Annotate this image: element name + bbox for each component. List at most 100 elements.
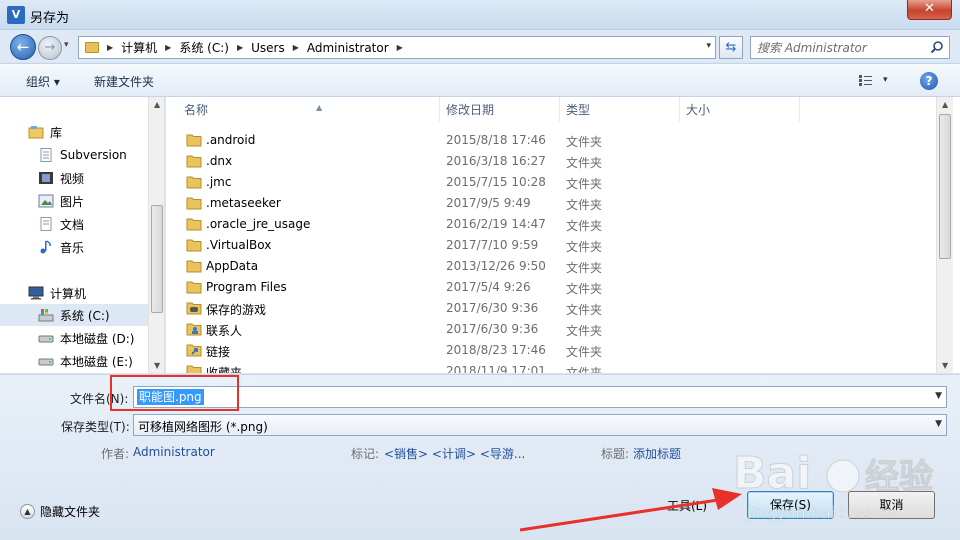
file-row[interactable]: .dnx 2016/3/18 16:27 文件夹 [166, 151, 936, 172]
search-input[interactable] [757, 39, 927, 56]
file-list-scrollbar[interactable]: ▲ ▼ [936, 97, 953, 373]
chevron-down-icon[interactable]: ▾ [706, 41, 711, 51]
tags-value[interactable]: <销售> <计调> <导游... [384, 445, 525, 462]
filetype-select[interactable]: 可移植网络图形 (*.png) ▼ [133, 414, 947, 436]
breadcrumb-users[interactable]: Users [251, 41, 285, 55]
refresh-button[interactable]: ⇆ [719, 36, 743, 59]
nav-item-label: 视频 [60, 171, 85, 186]
file-name: 联系人 [206, 324, 243, 338]
file-name: .VirtualBox [206, 238, 272, 252]
file-row[interactable]: Program Files 2017/5/4 9:26 文件夹 [166, 277, 936, 298]
chevron-right-icon[interactable]: ▶ [397, 43, 403, 52]
file-date: 2017/5/4 9:26 [446, 280, 531, 294]
save-button[interactable]: 保存(S) [747, 491, 834, 519]
tags-label: 标记: [351, 447, 380, 461]
file-type: 文件夹 [566, 366, 603, 373]
scroll-down-icon[interactable]: ▼ [942, 361, 948, 370]
file-name: 保存的游戏 [206, 303, 267, 317]
nav-scrollbar[interactable]: ▲ ▼ [148, 97, 164, 373]
file-list: 名称 ▲ 修改日期 类型 大小 .android 2015/8/18 17:46… [166, 97, 960, 373]
column-header-size[interactable]: 大小 [680, 97, 800, 122]
hide-folders-toggle[interactable]: ▲ 隐藏文件夹 [20, 503, 100, 520]
tools-button[interactable]: 工具(L) [667, 497, 707, 514]
title-value[interactable]: 添加标题 [633, 445, 681, 462]
scroll-up-icon[interactable]: ▲ [154, 100, 160, 109]
chevron-right-icon[interactable]: ▶ [107, 43, 113, 52]
view-options-icon[interactable] [858, 73, 874, 87]
file-name: Program Files [206, 280, 287, 294]
links-icon [186, 344, 202, 357]
column-header-date[interactable]: 修改日期 [440, 97, 560, 122]
scroll-down-icon[interactable]: ▼ [154, 361, 160, 370]
chevron-down-icon[interactable]: ▼ [935, 419, 942, 429]
back-button[interactable]: ← [10, 34, 36, 60]
folder-icon [186, 134, 202, 147]
column-header-type[interactable]: 类型 [560, 97, 680, 122]
file-date: 2017/6/30 9:36 [446, 322, 539, 336]
nav-item-computer[interactable]: 计算机 [0, 282, 148, 304]
file-row[interactable]: .VirtualBox 2017/7/10 9:59 文件夹 [166, 235, 936, 256]
file-row[interactable]: AppData 2013/12/26 9:50 文件夹 [166, 256, 936, 277]
file-date: 2017/7/10 9:59 [446, 238, 539, 252]
help-icon[interactable]: ? [920, 72, 938, 90]
nav-item-subversion[interactable]: Subversion [0, 144, 148, 166]
file-date: 2018/11/9 17:01 [446, 364, 546, 373]
file-date: 2015/8/18 17:46 [446, 133, 546, 147]
file-row[interactable]: .jmc 2015/7/15 10:28 文件夹 [166, 172, 936, 193]
close-button[interactable]: ✕ [907, 0, 952, 20]
file-row[interactable]: 联系人 2017/6/30 9:36 文件夹 [166, 319, 936, 340]
file-row[interactable]: 保存的游戏 2017/6/30 9:36 文件夹 [166, 298, 936, 319]
column-header-label: 名称 [184, 103, 209, 117]
file-row[interactable]: 链接 2018/8/23 17:46 文件夹 [166, 340, 936, 361]
file-row[interactable]: .metaseeker 2017/9/5 9:49 文件夹 [166, 193, 936, 214]
nav-item-system-drive[interactable]: 系统 (C:) [0, 304, 148, 326]
chevron-right-icon[interactable]: ▶ [293, 43, 299, 52]
author-value[interactable]: Administrator [133, 445, 215, 459]
breadcrumb-administrator[interactable]: Administrator [307, 41, 389, 55]
address-bar[interactable]: ▶ 计算机 ▶ 系统 (C:) ▶ Users ▶ Administrator … [78, 36, 716, 59]
cancel-button[interactable]: 取消 [848, 491, 935, 519]
visio-app-icon: V [7, 6, 25, 24]
nav-item-pictures[interactable]: 图片 [0, 190, 148, 212]
nav-item-music[interactable]: 音乐 [0, 236, 148, 258]
new-folder-button[interactable]: 新建文件夹 [94, 73, 154, 90]
command-toolbar: 组织 ▾ 新建文件夹 ▾ ? [0, 63, 960, 97]
forward-button[interactable]: → [38, 36, 62, 60]
file-type: 文件夹 [566, 240, 603, 254]
document-icon [40, 148, 52, 162]
scroll-thumb[interactable] [151, 205, 163, 313]
filename-field[interactable]: 职能图.png ▼ [133, 386, 947, 408]
file-row[interactable]: .oracle_jre_usage 2016/2/19 14:47 文件夹 [166, 214, 936, 235]
nav-item-disk-d[interactable]: 本地磁盘 (D:) [0, 327, 148, 349]
breadcrumb-computer[interactable]: 计算机 [121, 39, 157, 56]
nav-item-disk-e[interactable]: 本地磁盘 (E:) [0, 350, 148, 372]
chevron-right-icon[interactable]: ▶ [237, 43, 243, 52]
file-type: 文件夹 [566, 219, 603, 233]
file-row[interactable]: .android 2015/8/18 17:46 文件夹 [166, 130, 936, 151]
save-form: 文件名(N): 职能图.png ▼ 保存类型(T): 可移植网络图形 (*.pn… [0, 374, 960, 540]
nav-item-label: 本地磁盘 (D:) [60, 331, 135, 346]
chevron-down-icon[interactable]: ▼ [935, 391, 942, 401]
sort-ascending-icon: ▲ [316, 103, 323, 112]
nav-item-video[interactable]: 视频 [0, 167, 148, 189]
breadcrumb-system-drive[interactable]: 系统 (C:) [179, 39, 229, 56]
recent-pages-dropdown-icon[interactable]: ▾ [64, 40, 69, 50]
search-box[interactable] [750, 36, 950, 59]
chevron-right-icon[interactable]: ▶ [165, 43, 171, 52]
nav-item-label: 文档 [60, 217, 85, 232]
nav-item-library[interactable]: 库 [0, 121, 148, 143]
scroll-thumb[interactable] [939, 114, 951, 259]
file-date: 2015/7/15 10:28 [446, 175, 546, 189]
column-header-name[interactable]: 名称 ▲ [178, 97, 440, 122]
author-label: 作者: [101, 447, 130, 461]
system-drive-icon [38, 309, 54, 322]
file-name: .metaseeker [206, 196, 281, 210]
nav-item-label: 图片 [60, 194, 85, 209]
search-icon[interactable] [930, 40, 944, 54]
file-row[interactable]: 收藏夹 2018/11/9 17:01 文件夹 [166, 361, 936, 373]
view-dropdown-icon[interactable]: ▾ [883, 75, 888, 85]
navigation-pane: 库 Subversion 视频 图片 文档 音乐 计算机 系统 (C:) 本地磁… [0, 97, 165, 373]
organize-button[interactable]: 组织 ▾ [26, 73, 60, 90]
nav-item-documents[interactable]: 文档 [0, 213, 148, 235]
scroll-up-icon[interactable]: ▲ [942, 100, 948, 109]
